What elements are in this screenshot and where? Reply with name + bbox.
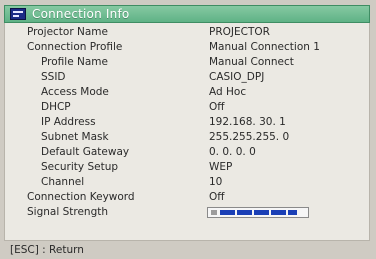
info-row: DHCP Off bbox=[5, 100, 371, 115]
info-row: Access Mode Ad Hoc bbox=[5, 85, 371, 100]
info-row-value: PROJECTOR bbox=[209, 26, 270, 38]
info-row: Security Setup WEP bbox=[5, 160, 371, 175]
signal-meter-segment bbox=[254, 210, 269, 215]
info-row: IP Address 192.168. 30. 1 bbox=[5, 115, 371, 130]
window-title: Connection Info bbox=[32, 7, 130, 21]
signal-strength-meter bbox=[207, 207, 309, 218]
info-row-value: 192.168. 30. 1 bbox=[209, 116, 286, 128]
info-row-label: Connection Keyword bbox=[27, 191, 135, 203]
info-row: Connection Profile Manual Connection 1 bbox=[5, 40, 371, 55]
signal-strength-row: Signal Strength bbox=[5, 205, 371, 220]
footer-bar: [ESC] : Return bbox=[0, 242, 376, 259]
info-row: Channel 10 bbox=[5, 175, 371, 190]
info-row-label: IP Address bbox=[41, 116, 96, 128]
info-row-value: Off bbox=[209, 191, 225, 203]
info-row-label: Access Mode bbox=[41, 86, 109, 98]
info-row: SSID CASIO_DPJ bbox=[5, 70, 371, 85]
info-row: Default Gateway 0. 0. 0. 0 bbox=[5, 145, 371, 160]
info-row: Profile Name Manual Connect bbox=[5, 55, 371, 70]
signal-meter-segment bbox=[220, 210, 235, 215]
info-row: Subnet Mask 255.255.255. 0 bbox=[5, 130, 371, 145]
connection-info-screen: Connection Info Projector Name PROJECTOR C… bbox=[0, 0, 376, 259]
info-row-value: Off bbox=[209, 101, 225, 113]
info-row: Connection Keyword Off bbox=[5, 190, 371, 205]
title-bar: Connection Info bbox=[4, 5, 370, 23]
info-row-label: Subnet Mask bbox=[41, 131, 109, 143]
info-row-value: Ad Hoc bbox=[209, 86, 247, 98]
info-row-label: SSID bbox=[41, 71, 66, 83]
info-row-value: 10 bbox=[209, 176, 223, 188]
info-row-label: Connection Profile bbox=[27, 41, 123, 53]
info-row-value: 0. 0. 0. 0 bbox=[209, 146, 256, 158]
info-row-value: Manual Connection 1 bbox=[209, 41, 320, 53]
signal-strength-label: Signal Strength bbox=[27, 206, 109, 218]
info-row-label: Security Setup bbox=[41, 161, 119, 173]
signal-meter-segment bbox=[271, 210, 286, 215]
connection-info-panel: Projector Name PROJECTOR Connection Profil… bbox=[4, 23, 370, 241]
info-window-icon bbox=[10, 8, 26, 20]
signal-meter-segment bbox=[288, 210, 297, 215]
info-row-label: Profile Name bbox=[41, 56, 108, 68]
info-row-label: Projector Name bbox=[27, 26, 108, 38]
info-row-value: Manual Connect bbox=[209, 56, 294, 68]
info-row-value: 255.255.255. 0 bbox=[209, 131, 290, 143]
info-row-label: Default Gateway bbox=[41, 146, 130, 158]
info-row-label: DHCP bbox=[41, 101, 71, 113]
info-row: Projector Name PROJECTOR bbox=[5, 25, 371, 40]
esc-return-hint: [ESC] : Return bbox=[10, 244, 84, 256]
info-row-label: Channel bbox=[41, 176, 85, 188]
info-row-value: WEP bbox=[209, 161, 233, 173]
info-row-value: CASIO_DPJ bbox=[209, 71, 265, 83]
signal-meter-segment bbox=[237, 210, 252, 215]
signal-meter-start-marker bbox=[211, 210, 217, 215]
